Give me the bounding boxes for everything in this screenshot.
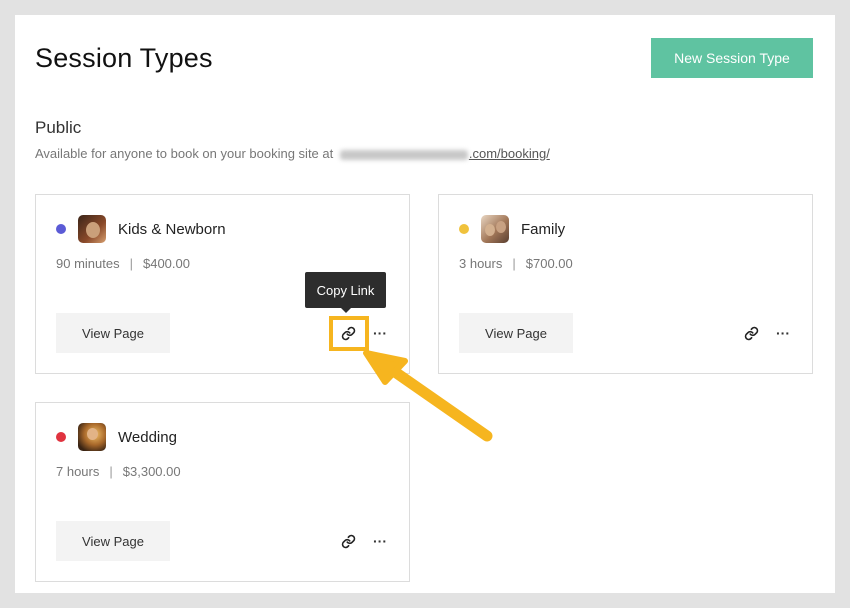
meta-separator: |	[512, 256, 516, 271]
more-icon[interactable]: ···	[774, 324, 792, 342]
section-description-text: Available for anyone to book on your boo…	[35, 146, 334, 161]
session-thumbnail	[481, 215, 509, 243]
blurred-domain	[339, 149, 468, 160]
link-icon[interactable]	[339, 532, 357, 550]
session-name: Family	[521, 220, 566, 238]
session-price: $400.00	[142, 256, 190, 271]
color-dot	[459, 224, 469, 234]
session-duration: 90 minutes	[56, 256, 120, 271]
session-card-wedding: Wedding 7 hours | $3,300.00 View Page ···	[35, 402, 410, 582]
session-thumbnail	[78, 215, 106, 243]
session-meta: 90 minutes | $400.00	[56, 256, 190, 271]
session-card-family: Family 3 hours | $700.00 View Page ···	[438, 194, 813, 374]
session-price: $700.00	[525, 256, 573, 271]
section-description: Available for anyone to book on your boo…	[35, 146, 550, 161]
meta-separator: |	[129, 256, 133, 271]
link-icon[interactable]	[742, 324, 760, 342]
color-dot	[56, 432, 66, 442]
session-meta: 3 hours | $700.00	[459, 256, 573, 271]
new-session-type-button[interactable]: New Session Type	[651, 38, 813, 78]
main-panel: Session Types New Session Type Public Av…	[15, 15, 835, 593]
more-icon[interactable]: ···	[371, 324, 389, 342]
session-name: Kids & Newborn	[118, 220, 226, 238]
link-icon[interactable]	[339, 324, 357, 342]
view-page-button[interactable]: View Page	[56, 521, 170, 561]
tooltip-caret	[341, 308, 351, 313]
section-title: Public	[35, 118, 82, 137]
session-thumbnail	[78, 423, 106, 451]
more-icon[interactable]: ···	[371, 532, 389, 550]
view-page-button[interactable]: View Page	[56, 313, 170, 353]
session-price: $3,300.00	[122, 464, 181, 479]
booking-site-link[interactable]: .com/booking/	[469, 146, 550, 161]
page-title: Session Types	[35, 43, 213, 73]
session-duration: 3 hours	[459, 256, 503, 271]
session-name: Wedding	[118, 428, 177, 446]
color-dot	[56, 224, 66, 234]
session-duration: 7 hours	[56, 464, 100, 479]
meta-separator: |	[109, 464, 113, 479]
copy-link-tooltip: Copy Link	[305, 272, 386, 308]
view-page-button[interactable]: View Page	[459, 313, 573, 353]
session-meta: 7 hours | $3,300.00	[56, 464, 181, 479]
